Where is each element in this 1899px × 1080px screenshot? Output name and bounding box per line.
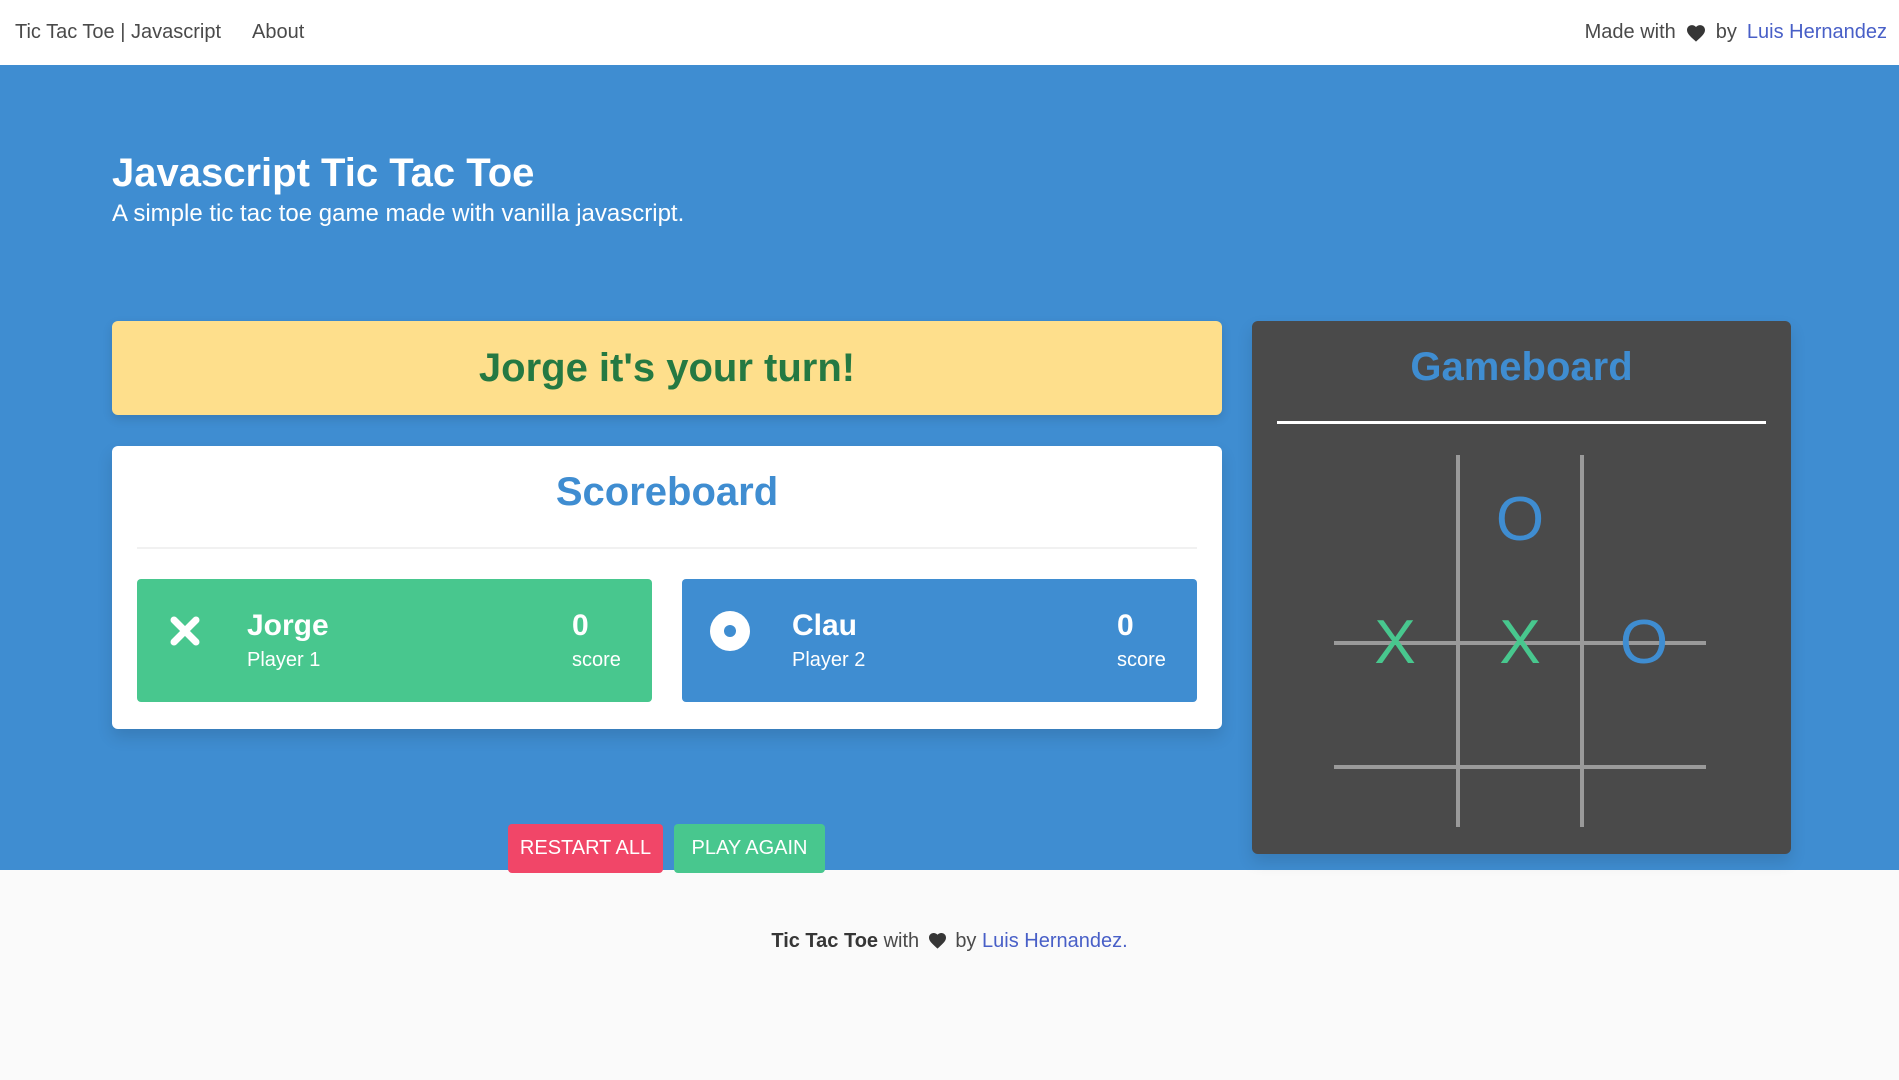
author-link[interactable]: Luis Hernandez xyxy=(1747,21,1887,44)
footer-with-text: with xyxy=(883,930,920,952)
board-cell[interactable]: O xyxy=(1458,457,1582,581)
board-cell[interactable] xyxy=(1333,457,1457,581)
board-cell[interactable]: O xyxy=(1582,580,1706,704)
footer: Tic Tac Toe with by Luis Hernandez. xyxy=(0,930,1899,955)
turn-banner: Jorge it's your turn! xyxy=(112,321,1222,415)
scoreboard-card: Scoreboard Jorge Player 1 0 score Clau P… xyxy=(112,446,1222,729)
scoreboard-title: Scoreboard xyxy=(555,470,779,514)
player-name: Clau xyxy=(792,609,858,642)
player-score: 0 xyxy=(572,609,589,642)
player-card-2: Clau Player 2 0 score xyxy=(682,579,1197,702)
heart-icon xyxy=(1686,24,1706,42)
by-text: by xyxy=(1715,21,1737,43)
about-link[interactable]: About xyxy=(252,21,304,44)
hero-section: Javascript Tic Tac Toe A simple tic tac … xyxy=(0,65,1899,873)
footer-app-name: Tic Tac Toe xyxy=(771,930,879,952)
player-role: Player 2 xyxy=(792,649,866,671)
board-cell[interactable] xyxy=(1458,704,1582,828)
player-score: 0 xyxy=(1117,609,1134,642)
brand-link[interactable]: Tic Tac Toe | Javascript xyxy=(15,21,221,44)
divider xyxy=(137,547,1197,549)
footer-period: . xyxy=(1122,930,1128,952)
navbar-end: Made with by Luis Hernandez xyxy=(1585,21,1887,44)
score-label: score xyxy=(1117,649,1166,671)
gameboard-title: Gameboard xyxy=(1410,345,1633,389)
gameboard-card: Gameboard O X X O xyxy=(1252,321,1791,854)
footer-author-link[interactable]: Luis Hernandez xyxy=(982,930,1122,952)
board-cell[interactable] xyxy=(1582,704,1706,828)
play-again-button[interactable]: PLAY AGAIN xyxy=(674,824,825,873)
navbar: Tic Tac Toe | Javascript About Made with… xyxy=(0,0,1899,65)
board-cell[interactable] xyxy=(1333,704,1457,828)
heart-icon xyxy=(928,932,947,955)
player-card-1: Jorge Player 1 0 score xyxy=(137,579,652,702)
navbar-start: Tic Tac Toe | Javascript About xyxy=(15,21,304,44)
board-cell[interactable]: X xyxy=(1458,580,1582,704)
page-title: Javascript Tic Tac Toe xyxy=(112,151,535,195)
made-with-text: Made with xyxy=(1584,21,1676,43)
circle-dot-icon xyxy=(710,611,750,651)
restart-all-button[interactable]: RESTART ALL xyxy=(508,824,663,873)
board-cell[interactable] xyxy=(1582,457,1706,581)
x-icon xyxy=(165,611,205,651)
page-subtitle: A simple tic tac toe game made with vani… xyxy=(112,200,685,227)
footer-by-text: by xyxy=(955,930,977,952)
board-cell[interactable]: X xyxy=(1333,580,1457,704)
divider xyxy=(1277,421,1766,424)
score-label: score xyxy=(572,649,621,671)
player-name: Jorge xyxy=(247,609,329,642)
player-role: Player 1 xyxy=(247,649,321,671)
